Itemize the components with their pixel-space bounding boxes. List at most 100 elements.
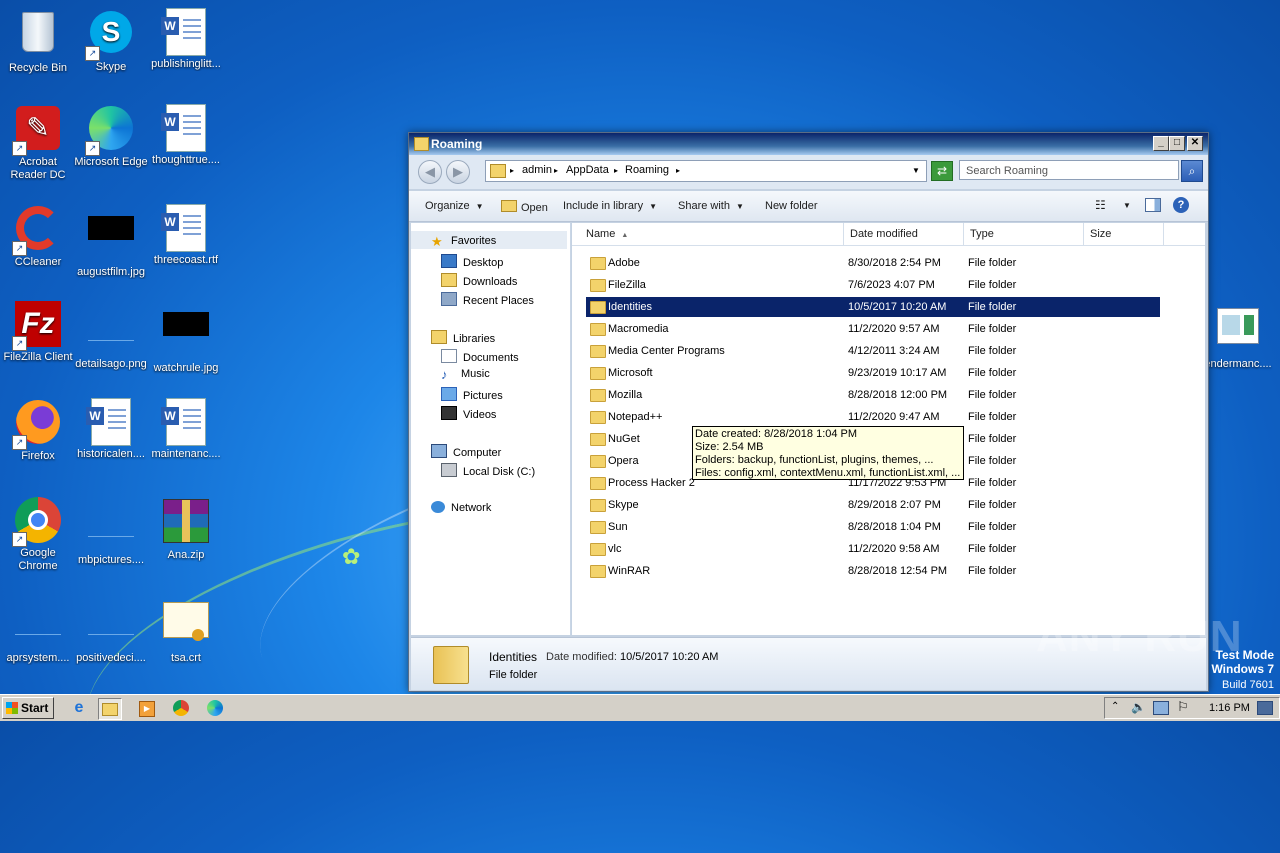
- nav-desktop[interactable]: Desktop: [441, 254, 503, 269]
- file-row[interactable]: WinRAR 8/28/2018 12:54 PM File folder: [586, 561, 1160, 581]
- desktop-icon-endermanc[interactable]: endermanc....: [1200, 304, 1276, 371]
- address-separator: ▸: [614, 166, 619, 175]
- desktop-icon-augustfilm[interactable]: augustfilm.jpg: [73, 204, 149, 279]
- nav-pictures[interactable]: Pictures: [441, 387, 503, 402]
- file-row[interactable]: Sun 8/28/2018 1:04 PM File folder: [586, 517, 1160, 537]
- desktop-icon-aprsystem[interactable]: aprsystem....: [0, 594, 76, 665]
- file-row[interactable]: Notepad++ 11/2/2020 9:47 AM File folder: [586, 407, 1160, 427]
- organize-button[interactable]: Organize ▼: [425, 200, 484, 212]
- anyrun-watermark: ANY RUN: [1036, 612, 1243, 661]
- file-row[interactable]: Mozilla 8/28/2018 12:00 PM File folder: [586, 385, 1160, 405]
- nav-downloads[interactable]: Downloads: [441, 273, 517, 288]
- title-bar[interactable]: Roaming _ □ ✕: [409, 133, 1208, 155]
- desktop-icon-edge[interactable]: ↗ Microsoft Edge: [73, 104, 149, 169]
- breadcrumb-admin[interactable]: admin: [522, 164, 552, 176]
- desktop-icon-ccleaner[interactable]: ↗ CCleaner: [0, 204, 76, 269]
- desktop-icon-firefox[interactable]: ↗ Firefox: [0, 398, 76, 463]
- minimize-button[interactable]: _: [1153, 136, 1169, 151]
- file-row[interactable]: Adobe 8/30/2018 2:54 PM File folder: [586, 253, 1160, 273]
- file-row[interactable]: Identities 10/5/2017 10:20 AM File folder: [585, 296, 1161, 318]
- edge-taskbar-icon[interactable]: [204, 698, 226, 718]
- start-button[interactable]: Start: [2, 697, 54, 719]
- chrome-icon: ↗: [12, 497, 62, 547]
- nav-favorites[interactable]: ★ Favorites: [431, 235, 496, 249]
- desktop-icon-chrome[interactable]: ↗ Google Chrome: [0, 496, 76, 573]
- desktop-icon-tsa-crt[interactable]: tsa.crt: [148, 594, 224, 665]
- column-header-name[interactable]: Name ▲: [580, 223, 844, 245]
- file-row[interactable]: vlc 11/2/2020 9:58 AM File folder: [586, 539, 1160, 559]
- folder-icon: [590, 499, 606, 512]
- desktop-icon-publishinglitt[interactable]: W publishinglitt...: [148, 8, 224, 71]
- new-folder-button[interactable]: New folder: [765, 200, 818, 212]
- show-desktop-icon[interactable]: [1257, 701, 1273, 715]
- view-chevron-down-icon[interactable]: ▼: [1123, 201, 1131, 210]
- desktop-icon-filezilla[interactable]: Fz ↗ FileZilla Client: [0, 300, 76, 364]
- address-bar[interactable]: ▸ admin ▸ AppData ▸ Roaming ▸ ▼: [485, 160, 927, 182]
- file-row[interactable]: Media Center Programs 4/12/2011 3:24 AM Fi…: [586, 341, 1160, 361]
- file-name: Identities: [608, 301, 653, 313]
- nav-recent-places[interactable]: Recent Places: [441, 292, 534, 307]
- desktop-icon-threecoast[interactable]: W threecoast.rtf: [148, 204, 224, 267]
- desktop-icon-positivedeci[interactable]: positivedeci....: [73, 594, 149, 665]
- back-button[interactable]: ◀: [418, 160, 442, 184]
- nav-local-disk[interactable]: Local Disk (C:): [441, 463, 535, 478]
- desktop-icon-historicalen[interactable]: W historicalen....: [73, 398, 149, 461]
- network-tray-icon[interactable]: [1153, 701, 1169, 715]
- refresh-button[interactable]: ⇄: [931, 161, 953, 181]
- desktop-icon-detailsago[interactable]: detailsago.png: [73, 300, 149, 371]
- file-row[interactable]: FileZilla 7/6/2023 4:07 PM File folder: [586, 275, 1160, 295]
- nav-documents[interactable]: Documents: [441, 349, 519, 364]
- share-with-button[interactable]: Share with ▼: [678, 200, 744, 212]
- nav-computer[interactable]: Computer: [431, 444, 501, 459]
- show-hidden-icons-icon[interactable]: ⌃: [1111, 701, 1119, 712]
- nav-libraries[interactable]: Libraries: [431, 330, 495, 345]
- desktop-icon-ana-zip[interactable]: Ana.zip: [148, 496, 224, 562]
- search-icon[interactable]: ⌕: [1181, 160, 1203, 182]
- sort-ascending-icon: ▲: [621, 232, 629, 239]
- column-header-type[interactable]: Type: [964, 223, 1084, 245]
- flag-icon[interactable]: ⚐: [1177, 699, 1189, 715]
- column-header-date[interactable]: Date modified: [844, 223, 964, 245]
- nav-music[interactable]: ♪ Music: [441, 368, 490, 381]
- file-type: File folder: [968, 521, 1017, 533]
- breadcrumb-roaming[interactable]: Roaming: [625, 164, 669, 176]
- file-name: Media Center Programs: [608, 345, 725, 357]
- explorer-taskbar-icon[interactable]: [98, 698, 122, 720]
- preview-pane-icon[interactable]: [1145, 198, 1161, 212]
- file-type: File folder: [968, 565, 1017, 577]
- open-button[interactable]: Open: [501, 200, 548, 214]
- desktop-icon-skype[interactable]: S ↗ Skype: [73, 8, 149, 74]
- nav-videos[interactable]: Videos: [441, 406, 496, 421]
- file-row[interactable]: Skype 8/29/2018 2:07 PM File folder: [586, 495, 1160, 515]
- chrome-taskbar-icon[interactable]: [170, 698, 192, 718]
- help-icon[interactable]: ?: [1173, 197, 1189, 213]
- nav-network[interactable]: Network: [431, 501, 491, 514]
- maximize-button[interactable]: □: [1169, 136, 1185, 151]
- desktop-icon-mbpictures[interactable]: mbpictures....: [73, 496, 149, 567]
- ie-taskbar-icon[interactable]: e: [68, 698, 90, 718]
- media-player-taskbar-icon[interactable]: ▶: [136, 698, 158, 718]
- shortcut-arrow-icon: ↗: [12, 241, 27, 256]
- explorer-window[interactable]: Roaming _ □ ✕ ◀ ▶ ▸ admin ▸ AppData ▸ Ro…: [408, 132, 1209, 692]
- file-name: Microsoft: [608, 367, 653, 379]
- file-name: vlc: [608, 543, 622, 555]
- desktop-icon-watchrule[interactable]: watchrule.jpg: [148, 300, 224, 375]
- volume-icon[interactable]: 🔈: [1131, 700, 1146, 714]
- include-in-library-button[interactable]: Include in library ▼: [563, 200, 657, 212]
- search-input[interactable]: Search Roaming: [959, 160, 1179, 180]
- breadcrumb-appdata[interactable]: AppData: [566, 164, 609, 176]
- navigation-pane: ★ Favorites Desktop Downloads Recent Plac…: [411, 223, 571, 635]
- file-row[interactable]: Microsoft 9/23/2019 10:17 AM File folder: [586, 363, 1160, 383]
- forward-button[interactable]: ▶: [446, 160, 470, 184]
- file-row[interactable]: Macromedia 11/2/2020 9:57 AM File folder: [586, 319, 1160, 339]
- view-options-icon[interactable]: ☷: [1095, 198, 1106, 212]
- close-button[interactable]: ✕: [1187, 136, 1203, 151]
- desktop-icon-acrobat[interactable]: ✎ ↗ Acrobat Reader DC: [0, 104, 76, 182]
- desktop-icon-maintenanc[interactable]: W maintenanc....: [148, 398, 224, 461]
- address-dropdown-icon[interactable]: ▼: [912, 166, 920, 175]
- column-header-size[interactable]: Size: [1084, 223, 1164, 245]
- recycle-bin-icon: [14, 12, 62, 60]
- desktop-icon-thoughttrue[interactable]: W thoughttrue....: [148, 104, 224, 167]
- clock[interactable]: 1:16 PM: [1209, 702, 1250, 714]
- desktop-icon-recycle-bin[interactable]: Recycle Bin: [0, 8, 76, 75]
